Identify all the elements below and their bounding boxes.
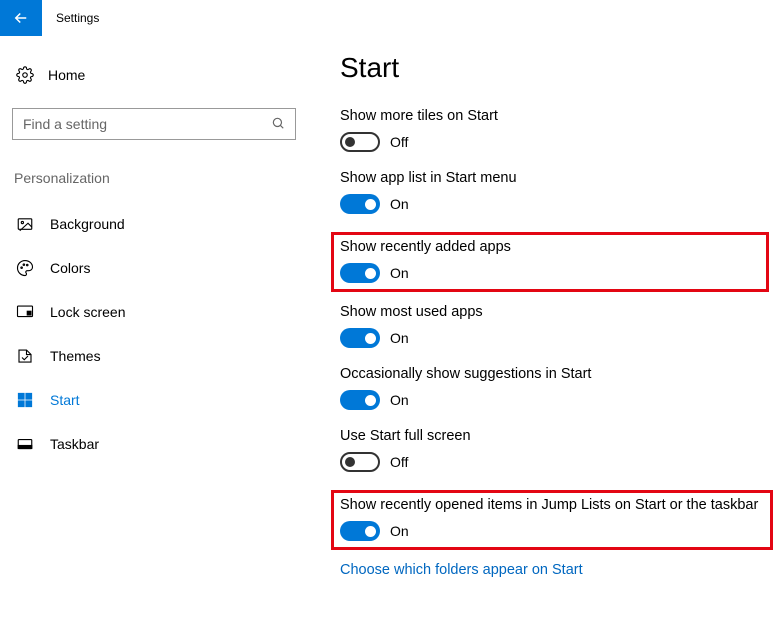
setting-jump-lists: Show recently opened items in Jump Lists…: [331, 490, 773, 550]
lock-screen-icon: [16, 303, 34, 321]
arrow-left-icon: [12, 9, 30, 27]
toggle-most-used[interactable]: [340, 328, 380, 348]
section-label: Personalization: [12, 170, 296, 186]
toggle-state-text: On: [390, 523, 409, 539]
sidebar-item-background[interactable]: Background: [12, 202, 296, 246]
sidebar-item-colors[interactable]: Colors: [12, 246, 296, 290]
sidebar-item-start[interactable]: Start: [12, 378, 296, 422]
setting-label: Show app list in Start menu: [340, 170, 769, 186]
sidebar-item-lock-screen[interactable]: Lock screen: [12, 290, 296, 334]
sidebar-item-label: Taskbar: [50, 436, 99, 452]
toggle-more-tiles[interactable]: [340, 132, 380, 152]
search-box[interactable]: [12, 108, 296, 140]
setting-full-screen: Use Start full screen Off: [340, 428, 769, 472]
setting-label: Use Start full screen: [340, 428, 769, 444]
sidebar-item-label: Background: [50, 216, 125, 232]
setting-label: Show recently added apps: [340, 239, 760, 255]
sidebar-item-label: Themes: [50, 348, 101, 364]
setting-recently-added: Show recently added apps On: [331, 232, 769, 292]
toggle-state-text: On: [390, 392, 409, 408]
setting-suggestions: Occasionally show suggestions in Start O…: [340, 366, 769, 410]
home-button[interactable]: Home: [12, 56, 296, 94]
toggle-jump-lists[interactable]: [340, 521, 380, 541]
choose-folders-link[interactable]: Choose which folders appear on Start: [340, 562, 769, 578]
setting-label: Show most used apps: [340, 304, 769, 320]
back-button[interactable]: [0, 0, 42, 36]
sidebar-item-label: Lock screen: [50, 304, 125, 320]
sidebar-item-taskbar[interactable]: Taskbar: [12, 422, 296, 466]
search-input[interactable]: [23, 116, 271, 132]
sidebar-item-label: Start: [50, 392, 80, 408]
picture-icon: [16, 215, 34, 233]
toggle-suggestions[interactable]: [340, 390, 380, 410]
themes-icon: [16, 347, 34, 365]
setting-app-list: Show app list in Start menu On: [340, 170, 769, 214]
gear-icon: [16, 66, 34, 84]
setting-more-tiles: Show more tiles on Start Off: [340, 108, 769, 152]
start-icon: [16, 391, 34, 409]
toggle-state-text: Off: [390, 134, 408, 150]
app-title: Settings: [56, 11, 99, 25]
taskbar-icon: [16, 435, 34, 453]
toggle-recently-added[interactable]: [340, 263, 380, 283]
sidebar: Home Personalization Background Colors: [0, 56, 310, 578]
toggle-state-text: On: [390, 330, 409, 346]
toggle-state-text: On: [390, 196, 409, 212]
toggle-state-text: On: [390, 265, 409, 281]
toggle-full-screen[interactable]: [340, 452, 380, 472]
sidebar-item-label: Colors: [50, 260, 90, 276]
home-label: Home: [48, 67, 85, 83]
setting-label: Show more tiles on Start: [340, 108, 769, 124]
toggle-state-text: Off: [390, 454, 408, 470]
content: Start Show more tiles on Start Off Show …: [310, 56, 773, 578]
setting-most-used: Show most used apps On: [340, 304, 769, 348]
palette-icon: [16, 259, 34, 277]
search-icon: [271, 116, 285, 133]
page-title: Start: [340, 52, 769, 84]
toggle-app-list[interactable]: [340, 194, 380, 214]
sidebar-item-themes[interactable]: Themes: [12, 334, 296, 378]
setting-label: Show recently opened items in Jump Lists…: [340, 497, 764, 513]
setting-label: Occasionally show suggestions in Start: [340, 366, 769, 382]
